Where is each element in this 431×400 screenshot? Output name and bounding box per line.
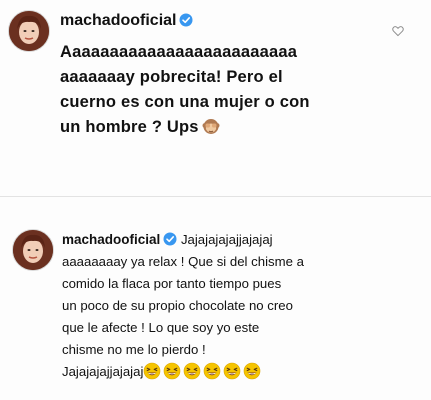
grinning-squinting-face-icon [243, 362, 261, 380]
grinning-squinting-face-icon [203, 362, 221, 380]
verified-badge-icon [179, 13, 193, 27]
avatar-portrait [13, 230, 53, 270]
verified-badge-icon [163, 232, 177, 246]
comment-line-text: un hombre ? Ups [60, 118, 199, 136]
comment-line: aaaaaaay pobrecita! Pero el [60, 68, 283, 86]
comment-line: un poco de su propio chocolate no creo [62, 298, 293, 313]
comment-line: comido la flaca por tanto tiempo pues [62, 276, 282, 291]
comment-text: machadooficial Jajajajajajjajajaj aaaaaa… [62, 229, 422, 383]
comment-text: Aaaaaaaaaaaaaaaaaaaaaaaaa aaaaaaay pobre… [60, 40, 380, 140]
avatar[interactable] [12, 229, 54, 271]
comment-line: chisme no me lo pierdo ! [62, 342, 206, 357]
comment-line-last: Jajajajajjajajaj [62, 361, 422, 383]
comment-line: cuerno es con una mujer o con [60, 93, 310, 111]
username[interactable]: machadooficial [60, 12, 176, 29]
comment-1: machadooficial Aaaaaaaaaaaaaaaaaaaaaaaaa… [0, 0, 431, 188]
grinning-squinting-face-icon [143, 362, 161, 380]
avatar[interactable] [8, 10, 50, 52]
comment-line-first: machadooficial Jajajajajajjajajaj [62, 229, 422, 251]
avatar-portrait [9, 11, 49, 51]
see-no-evil-monkey-icon [202, 117, 220, 135]
grinning-squinting-face-icon [183, 362, 201, 380]
comment-line-last: un hombre ? Ups [60, 115, 380, 140]
comment-line-text: Jajajajajjajajaj [62, 364, 144, 379]
grinning-squinting-face-icon [223, 362, 241, 380]
emoji-row [143, 362, 263, 380]
comment-line: Aaaaaaaaaaaaaaaaaaaaaaaaa [60, 43, 298, 61]
heart-outline-icon[interactable] [392, 25, 404, 37]
comment-line-text: Jajajajajajjajajaj [180, 232, 273, 247]
comment-divider [0, 196, 431, 197]
comment-2: machadooficial Jajajajajajjajajaj aaaaaa… [0, 219, 431, 400]
grinning-squinting-face-icon [163, 362, 181, 380]
comment-line: aaaaaaaay ya relax ! Que si del chisme a [62, 254, 304, 269]
comment-line: que le afecte ! Lo que soy yo este [62, 320, 260, 335]
comment-header: machadooficial [60, 11, 193, 31]
username[interactable]: machadooficial [62, 232, 160, 247]
